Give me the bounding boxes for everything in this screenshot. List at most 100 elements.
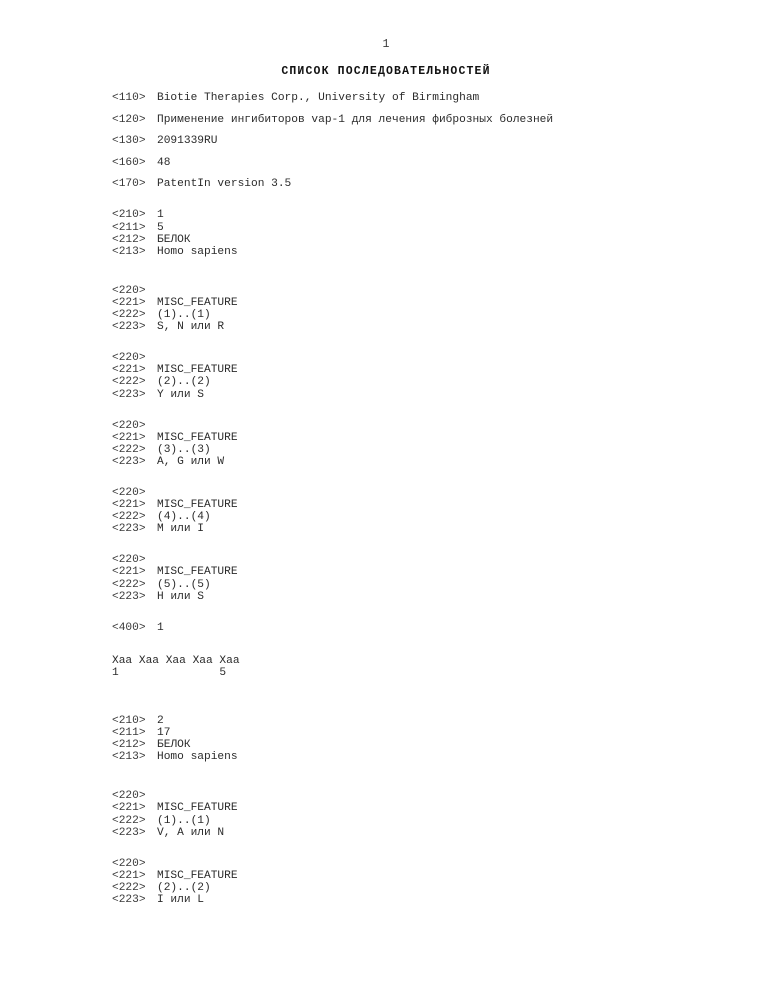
seq1-field-212-value: БЕЛОК xyxy=(157,233,191,246)
seq1-field-400-tag: <400> xyxy=(112,621,146,634)
seq1-feature3-222: <222> (3)..(3) xyxy=(112,444,732,456)
sequence-listing-page: 1 СПИСОК ПОСЛЕДОВАТЕЛЬНОСТЕЙ <110> Bioti… xyxy=(0,0,772,999)
seq1-feature5-223-value: H или S xyxy=(157,590,204,603)
seq1-field-211: <211> 5 xyxy=(112,222,732,234)
seq1-feature5-222: <222> (5)..(5) xyxy=(112,579,732,591)
seq2-field-211-tag: <211> xyxy=(112,727,146,740)
seq1-feature4-open-tag: <220> xyxy=(112,486,146,499)
seq1-residue-line: Xaa Xaa Xaa Xaa Xaa xyxy=(112,654,240,667)
seq2-feature2-open-tag: <220> xyxy=(112,857,146,870)
seq1-feature3-221: <221> MISC_FEATURE xyxy=(112,432,732,444)
field-110: <110> Biotie Therapies Corp., University… xyxy=(112,92,732,104)
seq1-feature4-222-value: (4)..(4) xyxy=(157,511,211,524)
seq1-feature1-223-value: S, N или R xyxy=(157,321,225,334)
seq1-feature3-open-tag: <220> xyxy=(112,419,146,432)
seq2-feature2-223: <223> I или L xyxy=(112,894,732,906)
seq1-feature3-223-tag: <223> xyxy=(112,455,146,468)
seq1-feature2-221-value: MISC_FEATURE xyxy=(157,364,238,377)
field-170-value: PatentIn version 3.5 xyxy=(157,178,292,191)
seq1-feature1-223: <223> S, N или R xyxy=(112,321,732,333)
seq2-field-213-tag: <213> xyxy=(112,751,146,764)
seq2-field-210: <210> 2 xyxy=(112,715,732,727)
seq1-feature2-223-tag: <223> xyxy=(112,388,146,401)
seq2-feature1-223-value: V, A или N xyxy=(157,826,225,839)
seq2-feature1-221-value: MISC_FEATURE xyxy=(157,802,238,815)
field-110-value: Biotie Therapies Corp., University of Bi… xyxy=(157,92,480,104)
seq1-field-210: <210> 1 xyxy=(112,209,732,221)
seq2-feature2-223-tag: <223> xyxy=(112,894,146,907)
seq2-feature2-221-value: MISC_FEATURE xyxy=(157,869,238,882)
seq2-field-211-value: 17 xyxy=(157,727,171,740)
seq1-feature3-222-tag: <222> xyxy=(112,443,146,456)
seq2-feature1-222-value: (1)..(1) xyxy=(157,814,211,827)
seq1-field-400-value: 1 xyxy=(157,621,164,634)
seq1-feature5-222-value: (5)..(5) xyxy=(157,578,211,591)
seq1-feature4-221-value: MISC_FEATURE xyxy=(157,499,238,512)
seq2-feature1-open-tag: <220> xyxy=(112,790,146,803)
seq2-feature2-open: <220> xyxy=(112,858,732,870)
document-body: <110> Biotie Therapies Corp., University… xyxy=(112,92,732,906)
seq1-feature1-222: <222> (1)..(1) xyxy=(112,309,732,321)
field-170-tag: <170> xyxy=(112,178,146,191)
field-170: <170> PatentIn version 3.5 xyxy=(112,178,732,190)
seq2-feature1-221: <221> MISC_FEATURE xyxy=(112,802,732,814)
seq1-feature2-222-tag: <222> xyxy=(112,376,146,389)
seq1-feature1-221-value: MISC_FEATURE xyxy=(157,296,238,309)
seq1-feature4-223-tag: <223> xyxy=(112,523,146,536)
seq1-field-212: <212> БЕЛОК xyxy=(112,234,732,246)
seq2-feature1-open: <220> xyxy=(112,790,732,802)
seq1-field-213-value: Homo sapiens xyxy=(157,245,238,258)
field-160: <160> 48 xyxy=(112,157,732,169)
seq1-feature2-open: <220> xyxy=(112,352,732,364)
seq1-feature3-221-value: MISC_FEATURE xyxy=(157,431,238,444)
field-130-value: 2091339RU xyxy=(157,135,218,148)
seq1-feature1-222-value: (1)..(1) xyxy=(157,309,211,322)
seq1-feature5-221: <221> MISC_FEATURE xyxy=(112,566,732,578)
seq1-feature5-222-tag: <222> xyxy=(112,578,146,591)
field-120-tag: <120> xyxy=(112,113,146,126)
field-120: <120> Применение ингибиторов vap-1 для л… xyxy=(112,114,732,126)
page-title: СПИСОК ПОСЛЕДОВАТЕЛЬНОСТЕЙ xyxy=(281,65,491,78)
seq2-field-212-tag: <212> xyxy=(112,739,146,752)
seq2-field-213-value: Homo sapiens xyxy=(157,751,238,764)
seq1-field-400: <400> 1 xyxy=(112,622,732,634)
seq1-feature5-223: <223> H или S xyxy=(112,591,732,603)
seq1-feature4-222: <222> (4)..(4) xyxy=(112,511,732,523)
seq2-feature1-222-tag: <222> xyxy=(112,814,146,827)
seq2-feature1-222: <222> (1)..(1) xyxy=(112,815,732,827)
seq1-residue-numbering: 1 5 xyxy=(112,666,227,679)
seq2-feature1-223: <223> V, A или N xyxy=(112,827,732,839)
seq1-feature3-222-value: (3)..(3) xyxy=(157,443,211,456)
seq1-feature1-222-tag: <222> xyxy=(112,309,146,322)
seq1-feature2-open-tag: <220> xyxy=(112,352,146,365)
seq2-field-212-value: БЕЛОК xyxy=(157,739,191,752)
seq2-feature1-223-tag: <223> xyxy=(112,826,146,839)
seq1-feature1-221-tag: <221> xyxy=(112,296,146,309)
seq1-field-211-tag: <211> xyxy=(112,221,146,234)
page-number: 1 xyxy=(382,38,390,51)
seq2-field-212: <212> БЕЛОК xyxy=(112,739,732,751)
seq2-feature1-221-tag: <221> xyxy=(112,802,146,815)
seq1-field-213-tag: <213> xyxy=(112,245,146,258)
seq1-feature2-221-tag: <221> xyxy=(112,364,146,377)
seq1-feature5-221-tag: <221> xyxy=(112,566,146,579)
field-120-value: Применение ингибиторов vap-1 для лечения… xyxy=(157,113,554,126)
seq1-feature4-223-value: M или I xyxy=(157,523,204,536)
seq2-field-210-tag: <210> xyxy=(112,715,146,727)
seq2-field-210-value: 2 xyxy=(157,715,164,727)
seq1-feature5-221-value: MISC_FEATURE xyxy=(157,566,238,579)
seq2-feature2-222: <222> (2)..(2) xyxy=(112,882,732,894)
seq1-feature2-222: <222> (2)..(2) xyxy=(112,376,732,388)
seq1-feature3-223: <223> A, G или W xyxy=(112,456,732,468)
seq1-feature4-223: <223> M или I xyxy=(112,523,732,535)
seq1-feature4-221-tag: <221> xyxy=(112,499,146,512)
seq1-feature2-223-value: Y или S xyxy=(157,388,204,401)
seq1-feature1-221: <221> MISC_FEATURE xyxy=(112,297,732,309)
seq1-feature3-221-tag: <221> xyxy=(112,431,146,444)
seq1-field-211-value: 5 xyxy=(157,221,164,234)
seq1-feature4-open: <220> xyxy=(112,487,732,499)
seq1-feature2-221: <221> MISC_FEATURE xyxy=(112,364,732,376)
seq1-field-210-tag: <210> xyxy=(112,209,146,222)
seq1-field-213: <213> Homo sapiens xyxy=(112,246,732,258)
field-110-tag: <110> xyxy=(112,92,146,104)
